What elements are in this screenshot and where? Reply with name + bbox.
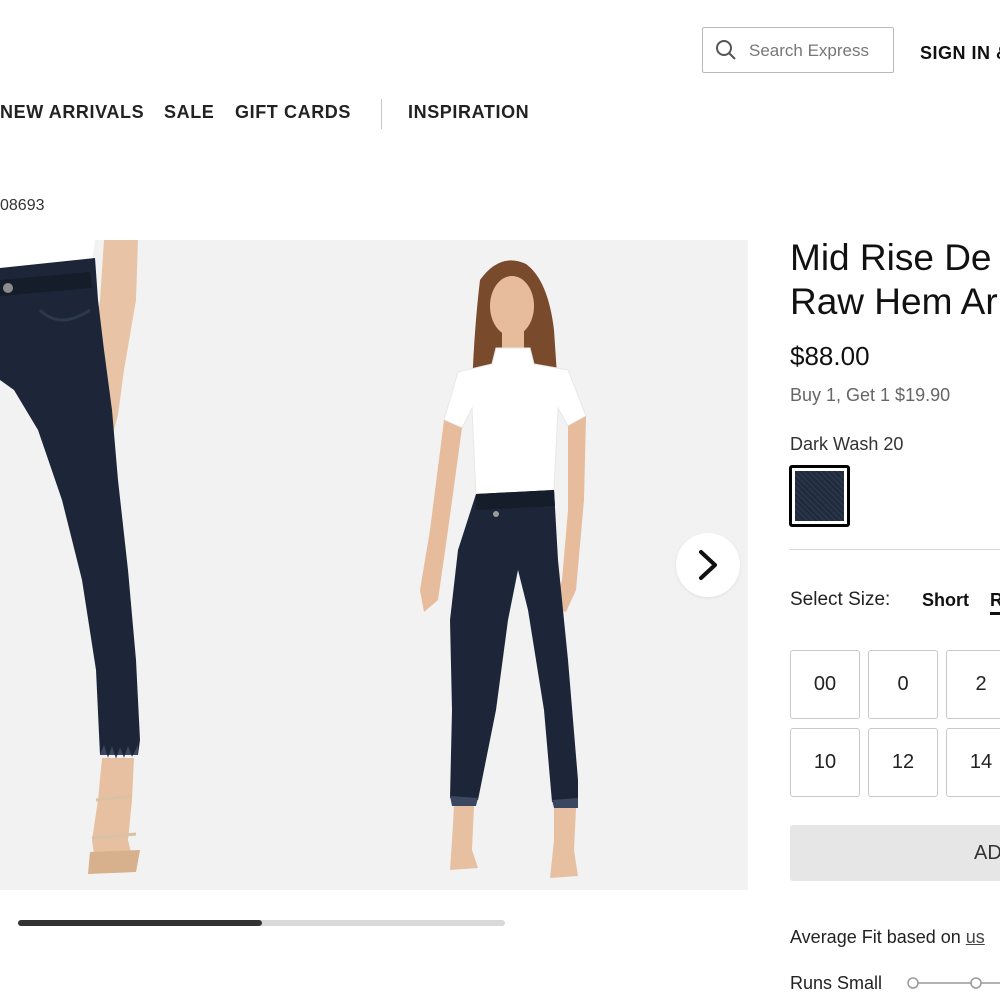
product-title: Mid Rise De Raw Hem Ar [790,236,1000,324]
search-box[interactable] [702,27,894,73]
product-image-closeup[interactable] [0,240,372,890]
gallery-scrollbar[interactable] [18,920,505,926]
average-fit-label: Average Fit based on [790,927,966,947]
nav-inspiration[interactable]: INSPIRATION [408,102,529,123]
fit-scale [907,977,1000,989]
nav-sale[interactable]: SALE [164,102,214,123]
nav-gift-cards[interactable]: GIFT CARDS [235,102,351,123]
length-option-short[interactable]: Short [922,590,969,611]
product-title-line-2: Raw Hem Ar [790,281,998,322]
divider [790,549,1000,550]
chevron-right-icon [699,550,717,580]
gallery-scrollbar-thumb[interactable] [18,920,262,926]
add-to-bag-button[interactable]: AD [790,825,1000,881]
search-icon [716,40,736,60]
promo-text: Buy 1, Get 1 $19.90 [790,385,951,405]
product-price: $88.00 [790,341,870,371]
sign-in-link[interactable]: SIGN IN & [920,43,1000,64]
size-button-14[interactable]: 14 [946,728,1000,797]
nav-divider [381,99,382,129]
fit-reviews-link[interactable]: us [966,927,985,947]
average-fit-text: Average Fit based on us [790,927,985,948]
gallery-next-button[interactable] [676,533,740,597]
product-title-line-1: Mid Rise De [790,237,992,278]
select-size-label: Select Size: [790,589,891,610]
color-swatch-dark-wash[interactable] [789,465,850,527]
size-button-2[interactable]: 2 [946,650,1000,719]
size-button-12[interactable]: 12 [868,728,938,797]
search-input[interactable] [747,37,891,65]
length-option-regular[interactable]: R [990,590,1000,615]
size-button-00[interactable]: 00 [790,650,860,719]
size-button-0[interactable]: 0 [868,650,938,719]
runs-small-label: Runs Small [790,973,883,993]
nav-new-arrivals[interactable]: NEW ARRIVALS [0,102,144,123]
size-button-10[interactable]: 10 [790,728,860,797]
swatch-fill [795,471,844,521]
color-name: Dark Wash 20 [790,434,904,454]
item-number: 08693 [0,197,45,214]
